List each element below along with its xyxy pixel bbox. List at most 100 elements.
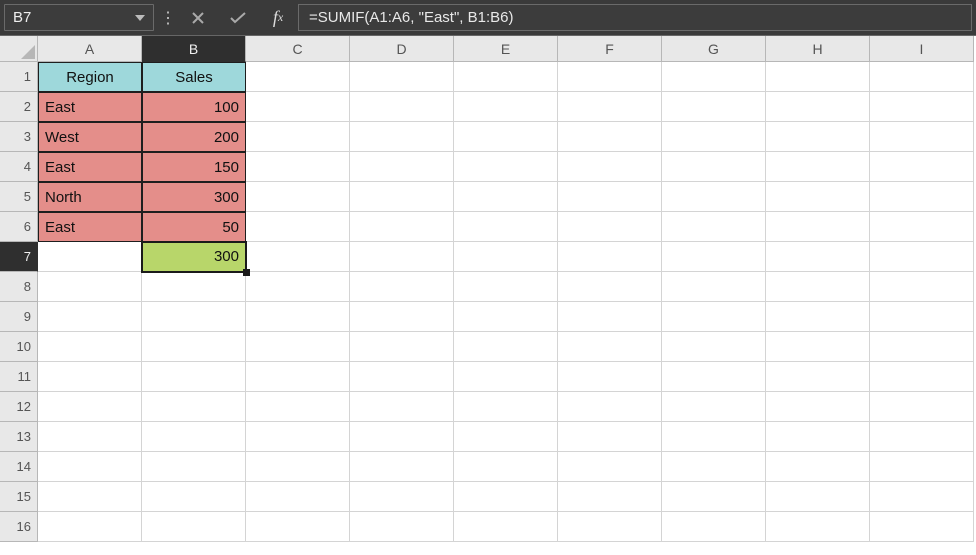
cell-D2[interactable] [350,92,454,122]
cell-C9[interactable] [246,302,350,332]
cell-G4[interactable] [662,152,766,182]
cell-E11[interactable] [454,362,558,392]
cell-D10[interactable] [350,332,454,362]
cell-E15[interactable] [454,482,558,512]
row-header-10[interactable]: 10 [0,332,38,362]
cell-D11[interactable] [350,362,454,392]
cell-G10[interactable] [662,332,766,362]
cell-F3[interactable] [558,122,662,152]
row-header-12[interactable]: 12 [0,392,38,422]
cell-G3[interactable] [662,122,766,152]
cell-C11[interactable] [246,362,350,392]
row-header-4[interactable]: 4 [0,152,38,182]
accept-icon[interactable] [218,0,258,35]
row-header-2[interactable]: 2 [0,92,38,122]
cell-F2[interactable] [558,92,662,122]
cell-I5[interactable] [870,182,974,212]
select-all-corner[interactable] [0,36,38,62]
cell-H8[interactable] [766,272,870,302]
cell-I3[interactable] [870,122,974,152]
cell-E8[interactable] [454,272,558,302]
cell-H2[interactable] [766,92,870,122]
cell-F1[interactable] [558,62,662,92]
row-header-7[interactable]: 7 [0,242,38,272]
cell-E2[interactable] [454,92,558,122]
cell-C10[interactable] [246,332,350,362]
cell-C8[interactable] [246,272,350,302]
cell-G8[interactable] [662,272,766,302]
cell-E7[interactable] [454,242,558,272]
cell-G7[interactable] [662,242,766,272]
cell-D7[interactable] [350,242,454,272]
cell-A16[interactable] [38,512,142,542]
cell-H1[interactable] [766,62,870,92]
cell-C6[interactable] [246,212,350,242]
cell-C7[interactable] [246,242,350,272]
cell-E1[interactable] [454,62,558,92]
cell-D4[interactable] [350,152,454,182]
cell-G1[interactable] [662,62,766,92]
row-header-11[interactable]: 11 [0,362,38,392]
row-header-14[interactable]: 14 [0,452,38,482]
cell-I14[interactable] [870,452,974,482]
cell-B2[interactable]: 100 [142,92,246,122]
cell-I9[interactable] [870,302,974,332]
cell-A1[interactable]: Region [38,62,142,92]
cell-C13[interactable] [246,422,350,452]
cell-A12[interactable] [38,392,142,422]
cell-A13[interactable] [38,422,142,452]
cell-G13[interactable] [662,422,766,452]
cell-E13[interactable] [454,422,558,452]
cell-A11[interactable] [38,362,142,392]
cell-D1[interactable] [350,62,454,92]
cell-I8[interactable] [870,272,974,302]
cell-H3[interactable] [766,122,870,152]
cell-F5[interactable] [558,182,662,212]
cell-H14[interactable] [766,452,870,482]
cell-C2[interactable] [246,92,350,122]
cell-I6[interactable] [870,212,974,242]
cell-F10[interactable] [558,332,662,362]
row-header-5[interactable]: 5 [0,182,38,212]
row-header-3[interactable]: 3 [0,122,38,152]
cell-C4[interactable] [246,152,350,182]
cell-E9[interactable] [454,302,558,332]
fill-handle[interactable] [243,269,250,276]
cell-D15[interactable] [350,482,454,512]
cell-E12[interactable] [454,392,558,422]
col-header-F[interactable]: F [558,36,662,62]
cell-A4[interactable]: East [38,152,142,182]
cell-C15[interactable] [246,482,350,512]
cell-A5[interactable]: North [38,182,142,212]
cell-G11[interactable] [662,362,766,392]
col-header-B[interactable]: B [142,36,246,62]
col-header-D[interactable]: D [350,36,454,62]
cell-F15[interactable] [558,482,662,512]
cell-F8[interactable] [558,272,662,302]
cell-F11[interactable] [558,362,662,392]
cell-C16[interactable] [246,512,350,542]
cell-B9[interactable] [142,302,246,332]
cell-B12[interactable] [142,392,246,422]
cell-B15[interactable] [142,482,246,512]
cell-C5[interactable] [246,182,350,212]
cell-I15[interactable] [870,482,974,512]
row-header-13[interactable]: 13 [0,422,38,452]
cell-H6[interactable] [766,212,870,242]
row-header-8[interactable]: 8 [0,272,38,302]
cell-C12[interactable] [246,392,350,422]
row-header-15[interactable]: 15 [0,482,38,512]
cell-I13[interactable] [870,422,974,452]
col-header-A[interactable]: A [38,36,142,62]
cell-C14[interactable] [246,452,350,482]
cell-A14[interactable] [38,452,142,482]
formula-input[interactable]: =SUMIF(A1:A6, "East", B1:B6) [298,4,972,31]
cell-A10[interactable] [38,332,142,362]
cell-G5[interactable] [662,182,766,212]
cell-G16[interactable] [662,512,766,542]
cell-E10[interactable] [454,332,558,362]
cell-D16[interactable] [350,512,454,542]
cell-F12[interactable] [558,392,662,422]
cell-B11[interactable] [142,362,246,392]
cancel-icon[interactable] [178,0,218,35]
